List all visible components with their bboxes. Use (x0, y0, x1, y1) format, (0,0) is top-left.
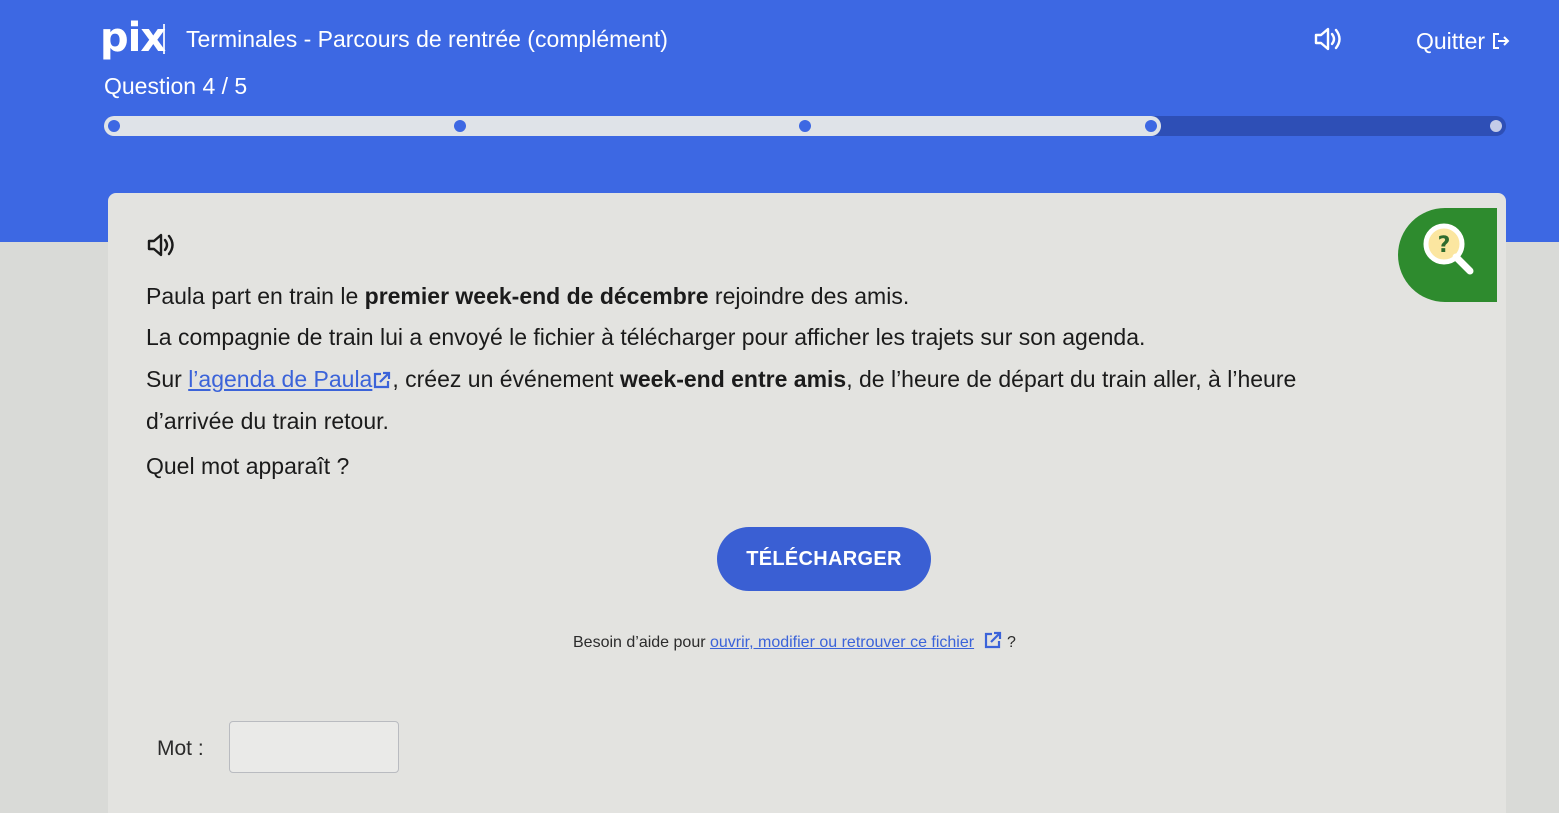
question-text: Quel mot apparaît ? (146, 453, 350, 479)
instruction-text: rejoindre des amis. (708, 283, 910, 309)
instruction-text: Sur (146, 366, 189, 392)
instruction-line-3: Sur l’agenda de Paula , créez un événemen… (146, 364, 1296, 394)
instruction-emphasis: premier week-end de décembre (364, 283, 709, 309)
agenda-link[interactable]: l’agenda de Paula (188, 366, 372, 392)
help-text-prefix: Besoin d’aide pour (573, 634, 710, 651)
help-text-suffix: ? (1002, 634, 1016, 651)
svg-text:?: ? (1438, 233, 1451, 258)
logo-divider (163, 24, 165, 54)
help-text: Besoin d’aide pour ouvrir, modifier ou r… (573, 630, 1016, 654)
progress-step-3 (799, 120, 811, 132)
progress-step-2 (453, 120, 466, 132)
instruction-emphasis: week-end entre amis (619, 366, 847, 392)
instruction-line-4: d’arrivée du train retour. (146, 408, 389, 434)
external-link-icon[interactable] (983, 630, 1003, 650)
course-title: Terminales - Parcours de rentrée (complé… (186, 26, 668, 52)
instruction-line-1: Paula part en train le premier week-end … (146, 281, 909, 311)
instruction-text: Paula part en train le (146, 283, 365, 309)
speaker-icon[interactable] (145, 232, 175, 258)
tutorial-button[interactable]: ? (1398, 208, 1497, 302)
answer-label: Mot : (157, 737, 204, 760)
download-button[interactable]: TÉLÉCHARGER (717, 527, 931, 591)
quit-label: Quitter (1416, 28, 1486, 54)
answer-input[interactable] (229, 721, 399, 773)
help-link[interactable]: ouvrir, modifier ou retrouver ce fichier (710, 634, 974, 651)
pix-logo[interactable]: pix (100, 16, 166, 60)
instruction-text: , créez un événement (392, 366, 620, 392)
progress-fill (104, 116, 1161, 136)
instruction-line-2: La compagnie de train lui a envoyé le fi… (146, 324, 1146, 350)
progress-step-1 (108, 120, 120, 132)
external-link-icon[interactable] (372, 370, 392, 390)
progress-step-5 (1490, 120, 1502, 132)
question-counter: Question 4 / 5 (104, 73, 248, 99)
magnifier-question-icon: ? (1423, 223, 1474, 275)
exit-icon (1493, 33, 1510, 49)
progress-bar (104, 116, 1506, 136)
instruction-text: , de l’heure de départ du train aller, à… (846, 366, 1297, 392)
speaker-icon[interactable] (1312, 26, 1342, 52)
quit-button[interactable]: Quitter (1416, 27, 1511, 55)
progress-step-4 (1144, 120, 1157, 132)
